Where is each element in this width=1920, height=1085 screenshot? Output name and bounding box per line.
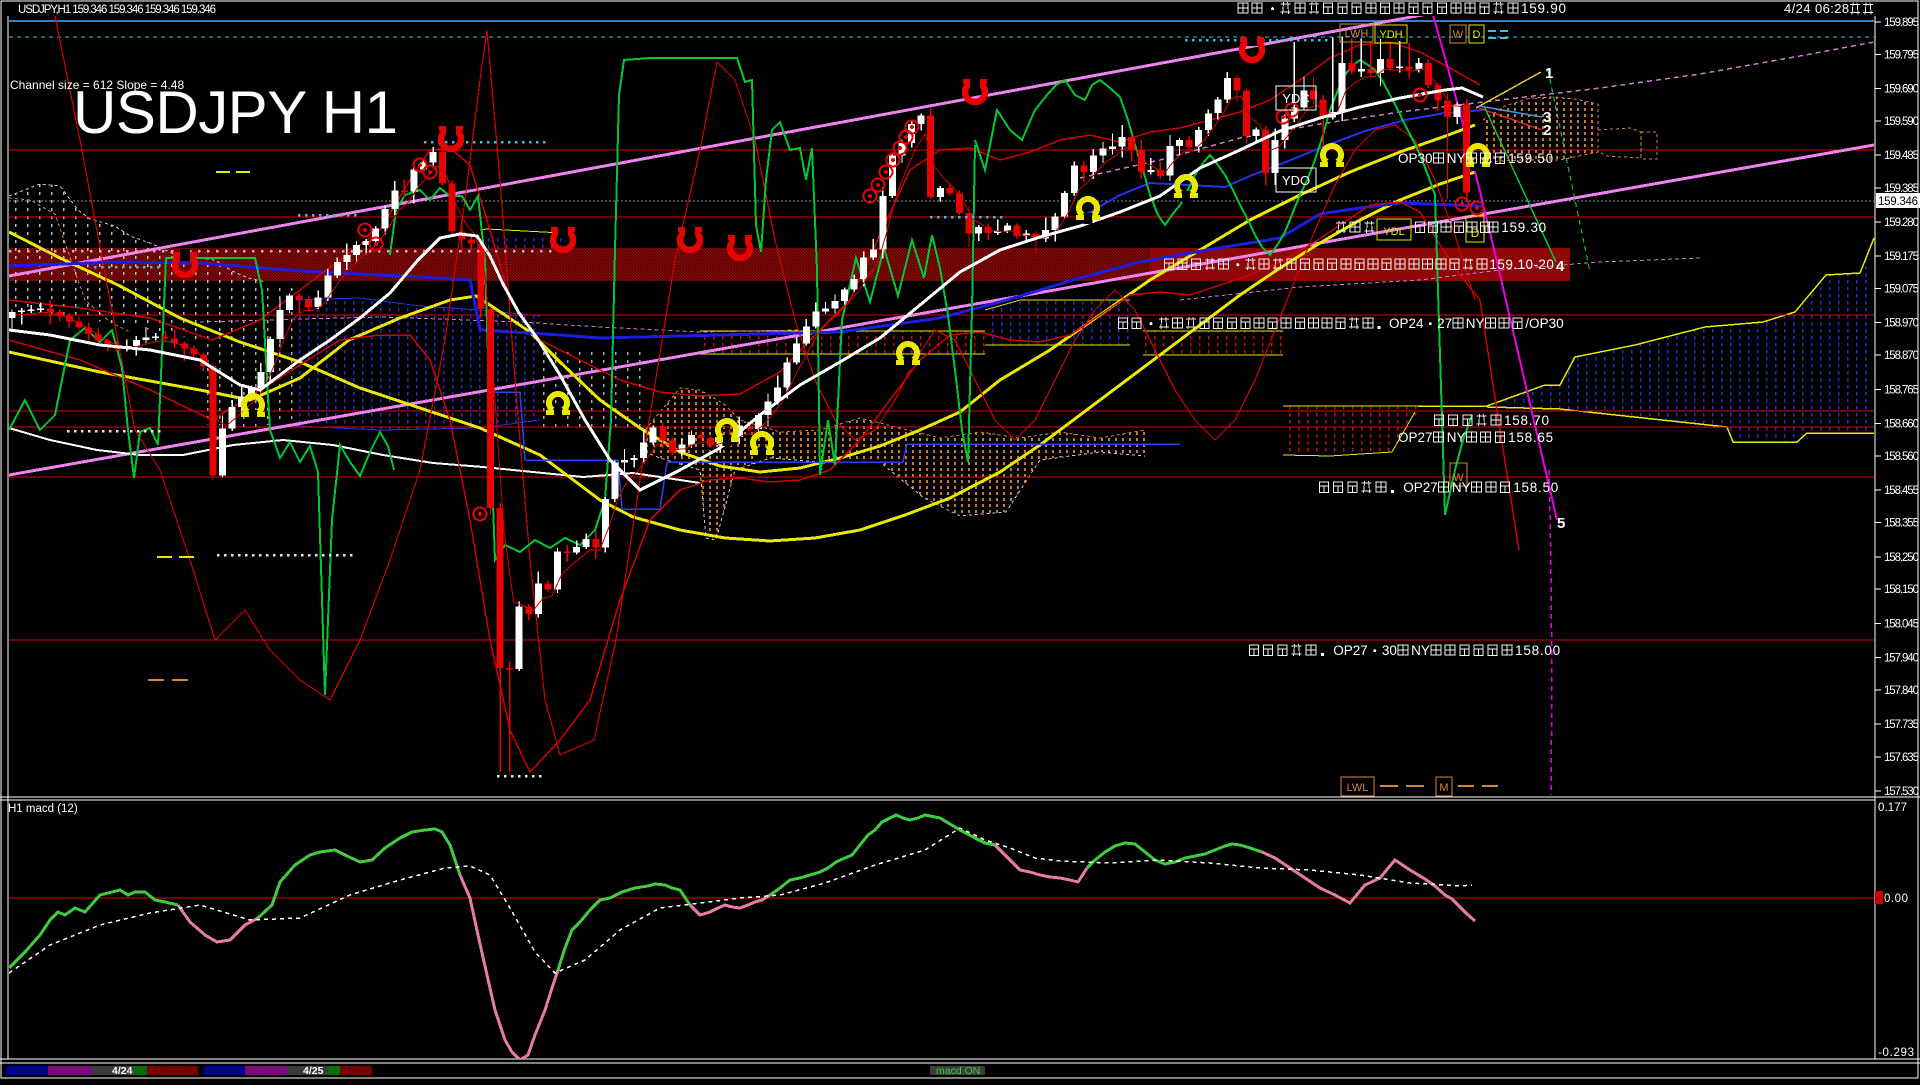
svg-text:YDL: YDL [1383, 226, 1404, 238]
svg-text:W: W [1453, 29, 1464, 41]
svg-text:159.30: 159.30 [1501, 220, 1546, 235]
svg-text:27: 27 [1437, 316, 1452, 331]
svg-text:0.177: 0.177 [1878, 802, 1907, 814]
svg-text:158.355: 158.355 [1884, 518, 1919, 530]
svg-text:157.735: 157.735 [1884, 719, 1919, 731]
svg-text:158.150: 158.150 [1884, 584, 1919, 596]
svg-text:LWH: LWH [1345, 28, 1369, 40]
svg-text:/OP30: /OP30 [1525, 316, 1563, 331]
svg-text:158.660: 158.660 [1884, 419, 1919, 431]
svg-text:30: 30 [1382, 643, 1397, 658]
svg-text:159.795: 159.795 [1884, 50, 1919, 62]
svg-text:159.590: 159.590 [1884, 116, 1919, 128]
svg-text:157.635: 157.635 [1884, 752, 1919, 764]
svg-text:158.250: 158.250 [1884, 552, 1919, 564]
svg-text:4/25: 4/25 [303, 1065, 324, 1077]
svg-text:NY: NY [1466, 316, 1485, 331]
svg-text:OP27: OP27 [1398, 430, 1433, 445]
svg-text:157.940: 157.940 [1884, 653, 1919, 665]
svg-text:OP27: OP27 [1333, 643, 1368, 658]
svg-text:159.280: 159.280 [1884, 217, 1919, 229]
svg-text:159.075: 159.075 [1884, 284, 1919, 296]
svg-text:158.870: 158.870 [1884, 350, 1919, 362]
svg-text:YDC: YDC [1282, 91, 1309, 106]
svg-text:159.175: 159.175 [1884, 251, 1919, 263]
svg-text:D: D [1473, 29, 1481, 41]
svg-text:YDO: YDO [1282, 173, 1310, 188]
svg-text:OP24: OP24 [1389, 316, 1424, 331]
svg-text:2: 2 [1543, 122, 1551, 139]
svg-text:1: 1 [1545, 65, 1553, 82]
svg-text:157.530: 157.530 [1884, 786, 1919, 798]
svg-text:159.690: 159.690 [1884, 84, 1919, 96]
svg-text:158.00: 158.00 [1515, 643, 1560, 658]
svg-text:H1 macd (12): H1 macd (12) [8, 803, 78, 815]
svg-text:158.560: 158.560 [1884, 451, 1919, 463]
svg-text:M: M [1439, 782, 1448, 794]
svg-text:158.970: 158.970 [1884, 318, 1919, 330]
svg-text:0.00: 0.00 [1884, 893, 1908, 905]
svg-text:157.840: 157.840 [1884, 685, 1919, 697]
svg-text:159.485: 159.485 [1884, 150, 1919, 162]
svg-text:LWL: LWL [1347, 782, 1369, 794]
svg-text:NY: NY [1447, 151, 1466, 166]
svg-text:YDH: YDH [1379, 29, 1402, 41]
svg-text:macd ON: macd ON [936, 1065, 980, 1077]
svg-text:159.90: 159.90 [1521, 1, 1566, 16]
svg-text:-0.293: -0.293 [1878, 1047, 1914, 1059]
svg-text:4/24: 4/24 [112, 1065, 133, 1077]
svg-text:NY: NY [1447, 430, 1466, 445]
svg-text:OP27: OP27 [1403, 480, 1438, 495]
svg-text:4/24 06:28: 4/24 06:28 [1784, 1, 1849, 16]
svg-text:NY: NY [1411, 643, 1430, 658]
svg-text:158.045: 158.045 [1884, 619, 1919, 631]
svg-text:USDJPY,H1 159.346 159.346 159: USDJPY,H1 159.346 159.346 159.346 159.34… [18, 4, 216, 16]
svg-text:158.70: 158.70 [1504, 413, 1549, 428]
svg-text:4: 4 [1556, 258, 1565, 275]
svg-text:159.346: 159.346 [1878, 196, 1918, 208]
svg-text:OP30: OP30 [1398, 151, 1433, 166]
svg-text:159.10-20: 159.10-20 [1489, 257, 1554, 272]
svg-text:158.65: 158.65 [1508, 430, 1553, 445]
svg-text:158.765: 158.765 [1884, 385, 1919, 397]
svg-text:NY: NY [1452, 480, 1471, 495]
svg-text:159.895: 159.895 [1884, 17, 1919, 29]
svg-text:159.50: 159.50 [1508, 151, 1553, 166]
svg-text:158.455: 158.455 [1884, 485, 1919, 497]
svg-text:158.50: 158.50 [1513, 480, 1558, 495]
svg-text:5: 5 [1557, 515, 1565, 532]
svg-text:USDJPY H1: USDJPY H1 [73, 79, 398, 146]
